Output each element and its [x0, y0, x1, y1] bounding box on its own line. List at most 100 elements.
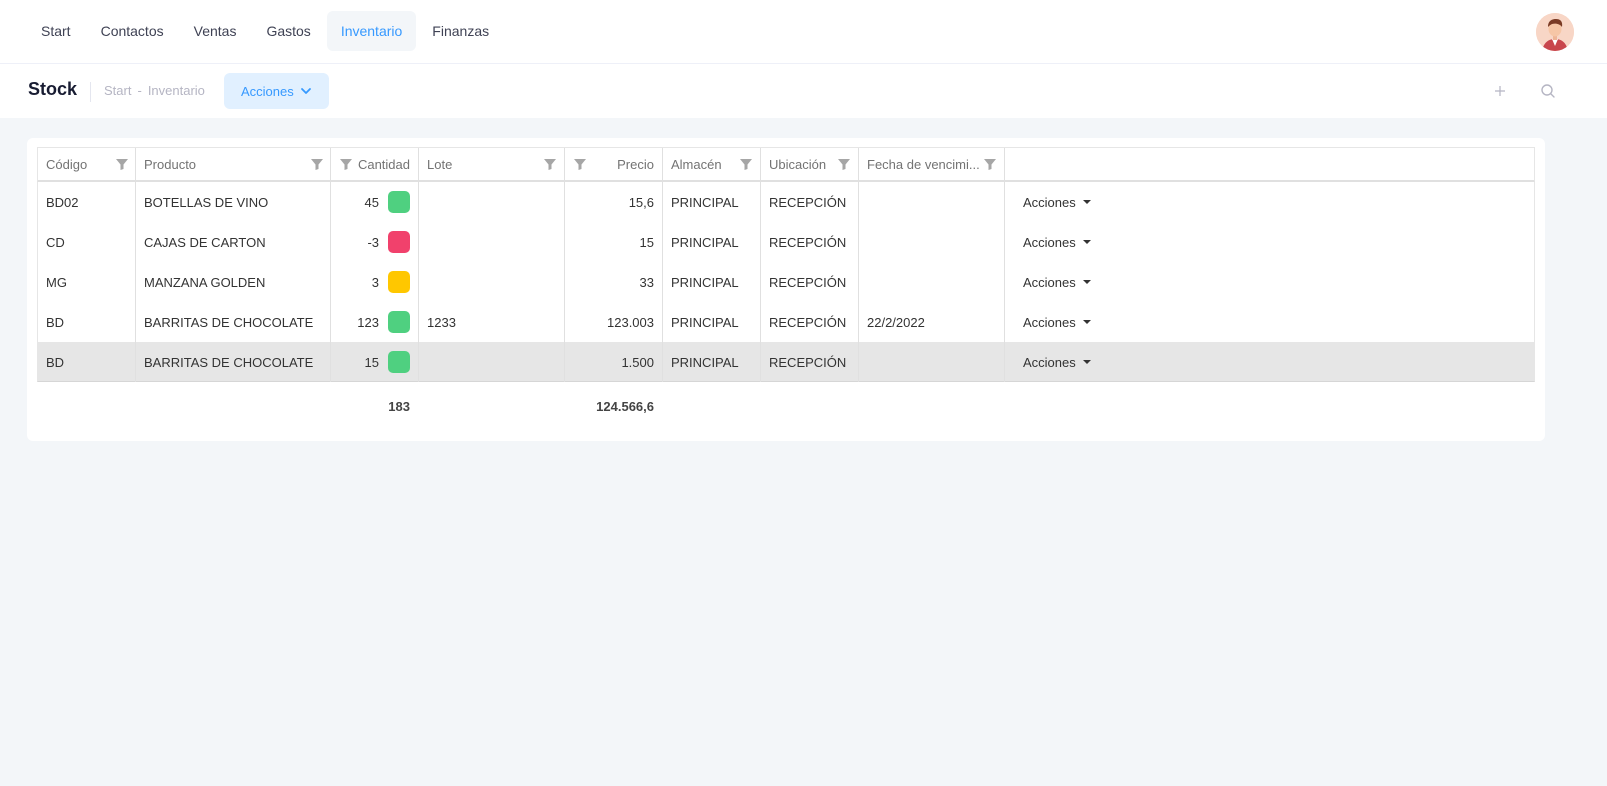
nav-item-inventario[interactable]: Inventario: [326, 11, 417, 51]
column-header-almacen[interactable]: Almacén: [663, 148, 761, 181]
column-header-lote[interactable]: Lote: [419, 148, 565, 181]
column-header-precio[interactable]: Precio: [565, 148, 663, 181]
cell-precio: 1.500: [565, 342, 663, 382]
cell-ubicacion: RECEPCIÓN: [761, 302, 859, 342]
row-actions-dropdown[interactable]: Acciones: [1005, 302, 1534, 342]
nav-item-contactos[interactable]: Contactos: [87, 11, 178, 51]
row-actions-dropdown[interactable]: Acciones: [1005, 182, 1534, 222]
column-header-fecha-vencimiento[interactable]: Fecha de vencimi...: [859, 148, 1005, 181]
nav-item-ventas[interactable]: Ventas: [180, 11, 251, 51]
grid-header: Código Producto Cantidad Lote Precio Alm…: [37, 147, 1535, 182]
cell-almacen: PRINCIPAL: [663, 262, 761, 302]
search-icon: [1541, 84, 1555, 98]
row-actions-dropdown[interactable]: Acciones: [1005, 262, 1534, 302]
cell-ubicacion: RECEPCIÓN: [761, 222, 859, 262]
table-row[interactable]: BD02 BOTELLAS DE VINO 45 15,6 PRINCIPAL …: [37, 182, 1535, 222]
filter-icon[interactable]: [310, 157, 324, 171]
cantidad-value: 15: [364, 354, 379, 370]
stock-status-indicator: [388, 231, 410, 253]
column-label-codigo: Código: [46, 157, 88, 172]
cell-almacen: PRINCIPAL: [663, 342, 761, 382]
row-actions-label: Acciones: [1023, 274, 1076, 290]
cell-lote: 1233: [419, 302, 565, 342]
cell-precio: 123.003: [565, 302, 663, 342]
title-separator: [90, 82, 91, 102]
column-label-fecha-vencimiento: Fecha de vencimi...: [867, 157, 980, 172]
column-label-almacen: Almacén: [671, 157, 722, 172]
filter-icon[interactable]: [983, 157, 997, 171]
column-header-producto[interactable]: Producto: [136, 148, 331, 181]
cell-cantidad: 15: [331, 342, 419, 382]
cell-codigo: BD02: [38, 182, 136, 222]
stock-status-indicator: [388, 311, 410, 333]
table-row[interactable]: MG MANZANA GOLDEN 3 33 PRINCIPAL RECEPCI…: [37, 262, 1535, 302]
chevron-down-icon: [300, 88, 311, 94]
cell-cantidad: -3: [331, 222, 419, 262]
column-label-producto: Producto: [144, 157, 197, 172]
stock-status-indicator: [388, 351, 410, 373]
cantidad-value: 123: [357, 314, 379, 330]
cell-producto: BARRITAS DE CHOCOLATE: [136, 342, 331, 382]
nav-item-finanzas[interactable]: Finanzas: [418, 11, 503, 51]
filter-icon[interactable]: [115, 157, 129, 171]
subheader: Stock Start - Inventario Acciones: [0, 64, 1607, 118]
filter-icon[interactable]: [543, 157, 557, 171]
column-header-acciones: [1005, 148, 1534, 181]
column-label-precio: Precio: [617, 157, 654, 172]
stock-status-indicator: [388, 271, 410, 293]
filter-icon[interactable]: [339, 157, 353, 171]
table-row[interactable]: CD CAJAS DE CARTON -3 15 PRINCIPAL RECEP…: [37, 222, 1535, 262]
row-actions-label: Acciones: [1023, 314, 1076, 330]
user-avatar-icon: [1536, 13, 1574, 51]
stock-card: Código Producto Cantidad Lote Precio Alm…: [27, 138, 1545, 441]
nav-item-start[interactable]: Start: [27, 11, 85, 51]
page-title: Stock: [28, 79, 78, 99]
cell-lote: [419, 342, 565, 382]
filter-icon[interactable]: [739, 157, 753, 171]
add-button[interactable]: [1490, 81, 1510, 101]
column-header-ubicacion[interactable]: Ubicación: [761, 148, 859, 181]
cell-fecha-vencimiento: 22/2/2022: [859, 302, 1005, 342]
cell-codigo: CD: [38, 222, 136, 262]
cell-codigo: MG: [38, 262, 136, 302]
cell-producto: BOTELLAS DE VINO: [136, 182, 331, 222]
filter-icon[interactable]: [573, 157, 587, 171]
stock-status-indicator: [388, 191, 410, 213]
top-navigation: Start Contactos Ventas Gastos Inventario…: [0, 0, 1607, 64]
caret-down-icon: [1082, 360, 1091, 364]
table-row-selected[interactable]: BD BARRITAS DE CHOCOLATE 15 1.500 PRINCI…: [37, 342, 1535, 382]
row-actions-dropdown[interactable]: Acciones: [1005, 222, 1534, 262]
row-actions-dropdown[interactable]: Acciones: [1005, 342, 1534, 382]
cell-fecha-vencimiento: [859, 262, 1005, 302]
cantidad-value: 45: [364, 194, 379, 210]
cell-lote: [419, 262, 565, 302]
caret-down-icon: [1082, 280, 1091, 284]
column-label-ubicacion: Ubicación: [769, 157, 827, 172]
cantidad-value: -3: [367, 234, 379, 250]
search-button[interactable]: [1538, 81, 1558, 101]
cell-codigo: BD: [38, 342, 136, 382]
cell-producto: MANZANA GOLDEN: [136, 262, 331, 302]
cell-cantidad: 123: [331, 302, 419, 342]
cantidad-value: 3: [371, 274, 379, 290]
total-precio: 124.566,6: [596, 398, 654, 414]
column-label-lote: Lote: [427, 157, 453, 172]
actions-dropdown-button[interactable]: Acciones: [224, 73, 329, 109]
user-avatar[interactable]: [1536, 13, 1574, 51]
column-label-cantidad: Cantidad: [357, 157, 410, 172]
filter-icon[interactable]: [837, 157, 851, 171]
nav-item-gastos[interactable]: Gastos: [252, 11, 324, 51]
caret-down-icon: [1082, 240, 1091, 244]
cell-fecha-vencimiento: [859, 222, 1005, 262]
cell-producto: CAJAS DE CARTON: [136, 222, 331, 262]
column-header-cantidad[interactable]: Cantidad: [331, 148, 419, 181]
table-row[interactable]: BD BARRITAS DE CHOCOLATE 123 1233 123.00…: [37, 302, 1535, 342]
breadcrumb-inventario[interactable]: Inventario: [148, 83, 205, 98]
cell-fecha-vencimiento: [859, 342, 1005, 382]
cell-codigo: BD: [38, 302, 136, 342]
main-menu: Start Contactos Ventas Gastos Inventario…: [27, 11, 503, 51]
caret-down-icon: [1082, 320, 1091, 324]
column-header-codigo[interactable]: Código: [38, 148, 136, 181]
row-actions-label: Acciones: [1023, 234, 1076, 250]
breadcrumb-start[interactable]: Start: [104, 83, 131, 98]
